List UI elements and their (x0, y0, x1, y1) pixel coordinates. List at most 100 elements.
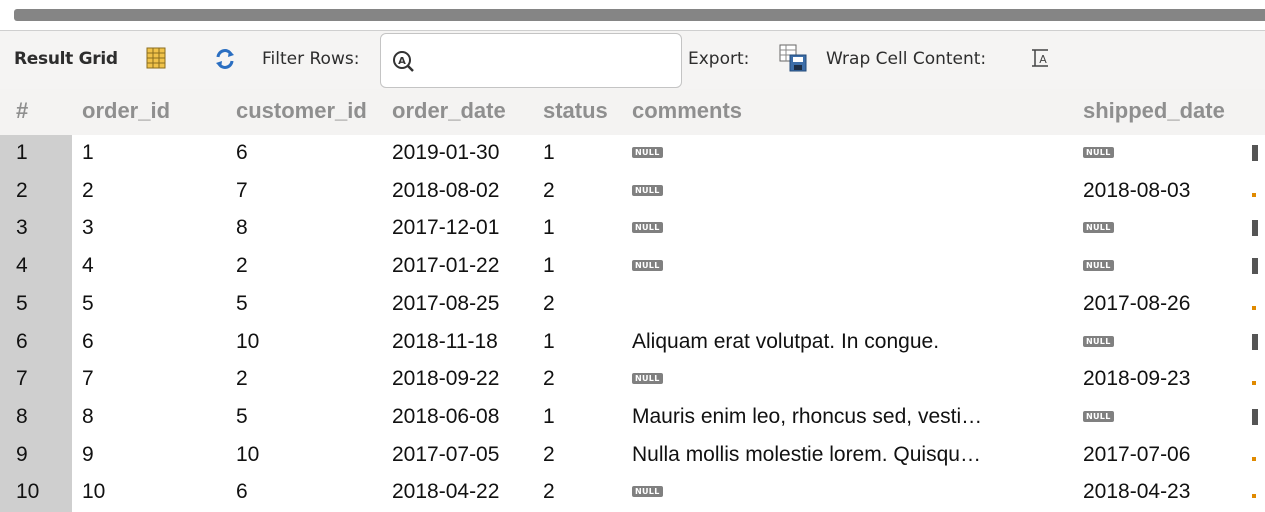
order-id-cell[interactable]: 10 (82, 480, 222, 504)
order-id-cell[interactable]: 4 (82, 254, 222, 278)
truncated-cell-marker (1252, 333, 1258, 350)
shipped-date-cell[interactable]: 2018-08-03 (1083, 179, 1243, 203)
comments-cell[interactable]: NULL (632, 480, 1072, 504)
status-cell[interactable]: 2 (543, 292, 633, 316)
status-cell[interactable]: 2 (543, 443, 633, 467)
order-id-cell[interactable]: 6 (82, 330, 222, 354)
column-header-rownum[interactable]: # (16, 98, 66, 124)
shipped-date-cell[interactable]: NULL (1083, 405, 1243, 429)
row-number-cell[interactable]: 10 (16, 480, 66, 504)
table-row[interactable]: 7 7 2 2018-09-22 2 NULL 2018-09-23 (0, 361, 1265, 399)
table-row[interactable]: 4 4 2 2017-01-22 1 NULL NULL (0, 248, 1265, 286)
row-number-cell[interactable]: 5 (16, 292, 66, 316)
order-date-cell[interactable]: 2017-08-25 (392, 292, 542, 316)
shipped-date-cell[interactable]: NULL (1083, 330, 1243, 354)
order-date-cell[interactable]: 2017-01-22 (392, 254, 542, 278)
order-id-cell[interactable]: 5 (82, 292, 222, 316)
result-grid[interactable]: # order_id customer_id order_date status… (0, 89, 1265, 512)
export-label: Export: (688, 49, 750, 69)
shipped-date-cell[interactable]: 2018-09-23 (1083, 367, 1243, 391)
order-id-cell[interactable]: 9 (82, 443, 222, 467)
comments-cell[interactable]: NULL (632, 141, 1072, 165)
table-row[interactable]: 9 9 10 2017-07-05 2 Nulla mollis molestie lor… (0, 437, 1265, 475)
shipped-date-cell[interactable]: NULL (1083, 254, 1243, 278)
comments-cell[interactable]: Mauris enim leo, rhoncus sed, vesti… (632, 405, 1072, 429)
customer-id-cell[interactable]: 7 (236, 179, 386, 203)
row-number-cell[interactable]: 2 (16, 179, 66, 203)
row-number-cell[interactable]: 9 (16, 443, 66, 467)
order-date-cell[interactable]: 2018-06-08 (392, 405, 542, 429)
comments-cell[interactable]: NULL (632, 216, 1072, 240)
row-number-cell[interactable]: 1 (16, 141, 66, 165)
table-row[interactable]: 2 2 7 2018-08-02 2 NULL 2018-08-03 (0, 173, 1265, 211)
null-badge: NULL (1083, 222, 1114, 234)
order-date-cell[interactable]: 2018-08-02 (392, 179, 542, 203)
table-row[interactable]: 1 1 6 2019-01-30 1 NULL NULL (0, 135, 1265, 173)
row-number-cell[interactable]: 8 (16, 405, 66, 429)
order-id-cell[interactable]: 1 (82, 141, 222, 165)
order-date-cell[interactable]: 2017-07-05 (392, 443, 542, 467)
status-cell[interactable]: 1 (543, 216, 633, 240)
comments-cell[interactable]: NULL (632, 367, 1072, 391)
export-icon[interactable] (778, 43, 808, 73)
shipped-date-cell[interactable]: NULL (1083, 141, 1243, 165)
customer-id-cell[interactable]: 10 (236, 330, 386, 354)
table-row[interactable]: 10 10 6 2018-04-22 2 NULL 2018-04-23 (0, 474, 1265, 512)
order-date-cell[interactable]: 2019-01-30 (392, 141, 542, 165)
row-number-cell[interactable]: 4 (16, 254, 66, 278)
null-badge: NULL (632, 486, 663, 498)
row-number-cell[interactable]: 7 (16, 367, 66, 391)
table-row[interactable]: 8 8 5 2018-06-08 1 Mauris enim leo, rhoncus s… (0, 399, 1265, 437)
status-cell[interactable]: 2 (543, 480, 633, 504)
grid-layout-icon[interactable] (146, 47, 166, 69)
table-row[interactable]: 5 5 5 2017-08-25 2 2017-08-26 (0, 286, 1265, 324)
customer-id-cell[interactable]: 10 (236, 443, 386, 467)
filter-rows-input[interactable] (421, 46, 675, 78)
comments-cell[interactable]: NULL (632, 179, 1072, 203)
table-row[interactable]: 6 6 10 2018-11-18 1 Aliquam erat volutpat. In… (0, 324, 1265, 362)
column-header-order-id[interactable]: order_id (82, 98, 222, 124)
row-number-cell[interactable]: 3 (16, 216, 66, 240)
column-header-shipped-date[interactable]: shipped_date (1083, 98, 1253, 124)
column-header-order-date[interactable]: order_date (392, 98, 542, 124)
status-cell[interactable]: 1 (543, 330, 633, 354)
order-id-cell[interactable]: 7 (82, 367, 222, 391)
truncated-cell-marker (1252, 258, 1258, 275)
shipped-date-cell[interactable]: 2017-08-26 (1083, 292, 1243, 316)
row-number-cell[interactable]: 6 (16, 330, 66, 354)
refresh-icon[interactable] (214, 48, 236, 70)
customer-id-cell[interactable]: 6 (236, 480, 386, 504)
column-header-customer-id[interactable]: customer_id (236, 98, 390, 124)
order-date-cell[interactable]: 2018-11-18 (392, 330, 542, 354)
shipped-date-cell[interactable]: NULL (1083, 216, 1243, 240)
filter-rows-box[interactable]: A (380, 33, 682, 88)
customer-id-cell[interactable]: 5 (236, 292, 386, 316)
status-cell[interactable]: 1 (543, 254, 633, 278)
customer-id-cell[interactable]: 2 (236, 254, 386, 278)
order-date-cell[interactable]: 2018-09-22 (392, 367, 542, 391)
column-header-status[interactable]: status (543, 98, 633, 124)
shipped-date-cell[interactable]: 2017-07-06 (1083, 443, 1243, 467)
status-cell[interactable]: 2 (543, 367, 633, 391)
status-cell[interactable]: 1 (543, 141, 633, 165)
customer-id-cell[interactable]: 2 (236, 367, 386, 391)
comments-cell[interactable]: Aliquam erat volutpat. In congue. (632, 330, 1072, 354)
status-cell[interactable]: 1 (543, 405, 633, 429)
order-id-cell[interactable]: 3 (82, 216, 222, 240)
wrap-cell-content-label: Wrap Cell Content: (826, 49, 987, 69)
customer-id-cell[interactable]: 8 (236, 216, 386, 240)
wrap-cell-icon[interactable]: A (1030, 47, 1050, 69)
order-date-cell[interactable]: 2018-04-22 (392, 480, 542, 504)
order-id-cell[interactable]: 8 (82, 405, 222, 429)
shipped-date-cell[interactable]: 2018-04-23 (1083, 480, 1243, 504)
status-cell[interactable]: 2 (543, 179, 633, 203)
top-scrollbar[interactable] (14, 9, 1265, 21)
customer-id-cell[interactable]: 6 (236, 141, 386, 165)
order-date-cell[interactable]: 2017-12-01 (392, 216, 542, 240)
comments-cell[interactable]: NULL (632, 254, 1072, 278)
order-id-cell[interactable]: 2 (82, 179, 222, 203)
table-row[interactable]: 3 3 8 2017-12-01 1 NULL NULL (0, 210, 1265, 248)
comments-cell[interactable]: Nulla mollis molestie lorem. Quisqu… (632, 443, 1072, 467)
customer-id-cell[interactable]: 5 (236, 405, 386, 429)
column-header-comments[interactable]: comments (632, 98, 1072, 124)
